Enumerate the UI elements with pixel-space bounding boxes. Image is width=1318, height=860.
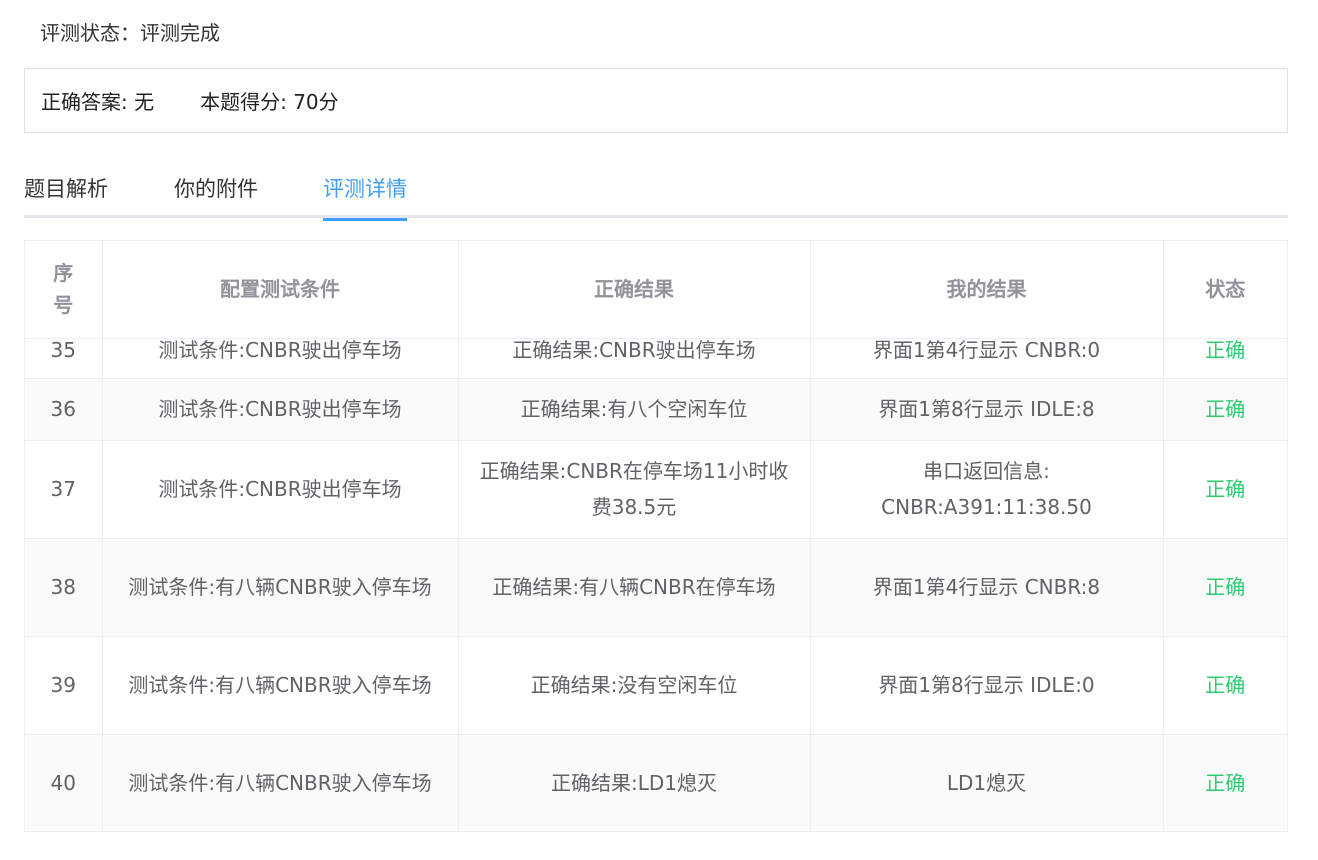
cell-status: 正确 xyxy=(1163,378,1287,441)
tab-bar: 题目解析 你的附件 评测详情 xyxy=(24,160,1288,221)
table-row: 37 测试条件:CNBR驶出停车场 正确结果:CNBR在停车场11小时收费38.… xyxy=(25,440,1287,539)
cell-status: 正确 xyxy=(1163,734,1287,831)
cell-actual: 界面1第8行显示 IDLE:8 xyxy=(810,378,1164,441)
correct-answer-text: 正确答案: 无 xyxy=(41,90,155,114)
cell-condition: 测试条件:有八辆CNBR驶入停车场 xyxy=(102,636,459,735)
cell-expected: 正确结果:CNBR驶出停车场 xyxy=(458,338,811,379)
column-header-actual: 我的结果 xyxy=(810,241,1164,339)
cell-expected: 正确结果:LD1熄灭 xyxy=(458,734,811,831)
table-row: 36 测试条件:CNBR驶出停车场 正确结果:有八个空闲车位 界面1第8行显示 … xyxy=(25,378,1287,441)
evaluation-page: 评测状态：评测完成 正确答案: 无 本题得分: 70分 题目解析 你的附件 评测… xyxy=(0,0,1318,860)
cell-actual: 界面1第4行显示 CNBR:8 xyxy=(810,538,1164,637)
cell-seq: 40 xyxy=(25,734,103,831)
cell-expected: 正确结果:没有空闲车位 xyxy=(458,636,811,735)
cell-expected: 正确结果:有八个空闲车位 xyxy=(458,378,811,441)
answer-summary-box: 正确答案: 无 本题得分: 70分 xyxy=(24,68,1288,133)
cell-actual: 界面1第4行显示 CNBR:0 xyxy=(810,338,1164,379)
cell-condition: 测试条件:有八辆CNBR驶入停车场 xyxy=(102,538,459,637)
results-table[interactable]: 序号 配置测试条件 正确结果 我的结果 状态 35 测试条件:CNBR驶出停车场… xyxy=(24,240,1288,832)
cell-status: 正确 xyxy=(1163,538,1287,637)
cell-status: 正确 xyxy=(1163,440,1287,539)
cell-condition: 测试条件:CNBR驶出停车场 xyxy=(102,440,459,539)
table-row: 40 测试条件:有八辆CNBR驶入停车场 正确结果:LD1熄灭 LD1熄灭 正确 xyxy=(25,734,1287,831)
cell-actual: LD1熄灭 xyxy=(810,734,1164,831)
table-row: 38 测试条件:有八辆CNBR驶入停车场 正确结果:有八辆CNBR在停车场 界面… xyxy=(25,538,1287,637)
column-header-expected: 正确结果 xyxy=(458,241,811,339)
cell-actual: 串口返回信息: CNBR:A391:11:38.50 xyxy=(810,440,1164,539)
column-header-seq: 序号 xyxy=(25,241,103,339)
cell-condition: 测试条件:有八辆CNBR驶入停车场 xyxy=(102,734,459,831)
evaluation-status: 评测状态：评测完成 xyxy=(40,21,220,45)
score-text: 本题得分: 70分 xyxy=(200,90,339,114)
tab-analysis[interactable]: 题目解析 xyxy=(24,160,108,218)
cell-status: 正确 xyxy=(1163,338,1287,379)
cell-seq: 37 xyxy=(25,440,103,539)
table-header-row: 序号 配置测试条件 正确结果 我的结果 状态 xyxy=(25,241,1287,339)
cell-seq: 39 xyxy=(25,636,103,735)
cell-expected: 正确结果:CNBR在停车场11小时收费38.5元 xyxy=(458,440,811,539)
tab-attachments[interactable]: 你的附件 xyxy=(174,160,258,218)
cell-expected: 正确结果:有八辆CNBR在停车场 xyxy=(458,538,811,637)
column-header-condition: 配置测试条件 xyxy=(102,241,459,339)
table-row: 39 测试条件:有八辆CNBR驶入停车场 正确结果:没有空闲车位 界面1第8行显… xyxy=(25,636,1287,735)
cell-seq: 38 xyxy=(25,538,103,637)
cell-seq: 35 xyxy=(25,338,103,379)
table-row: 35 测试条件:CNBR驶出停车场 正确结果:CNBR驶出停车场 界面1第4行显… xyxy=(25,338,1287,379)
tab-evaluation-details[interactable]: 评测详情 xyxy=(323,160,407,221)
cell-condition: 测试条件:CNBR驶出停车场 xyxy=(102,338,459,379)
column-header-status: 状态 xyxy=(1163,241,1287,339)
cell-seq: 36 xyxy=(25,378,103,441)
cell-status: 正确 xyxy=(1163,636,1287,735)
cell-condition: 测试条件:CNBR驶出停车场 xyxy=(102,378,459,441)
cell-actual: 界面1第8行显示 IDLE:0 xyxy=(810,636,1164,735)
